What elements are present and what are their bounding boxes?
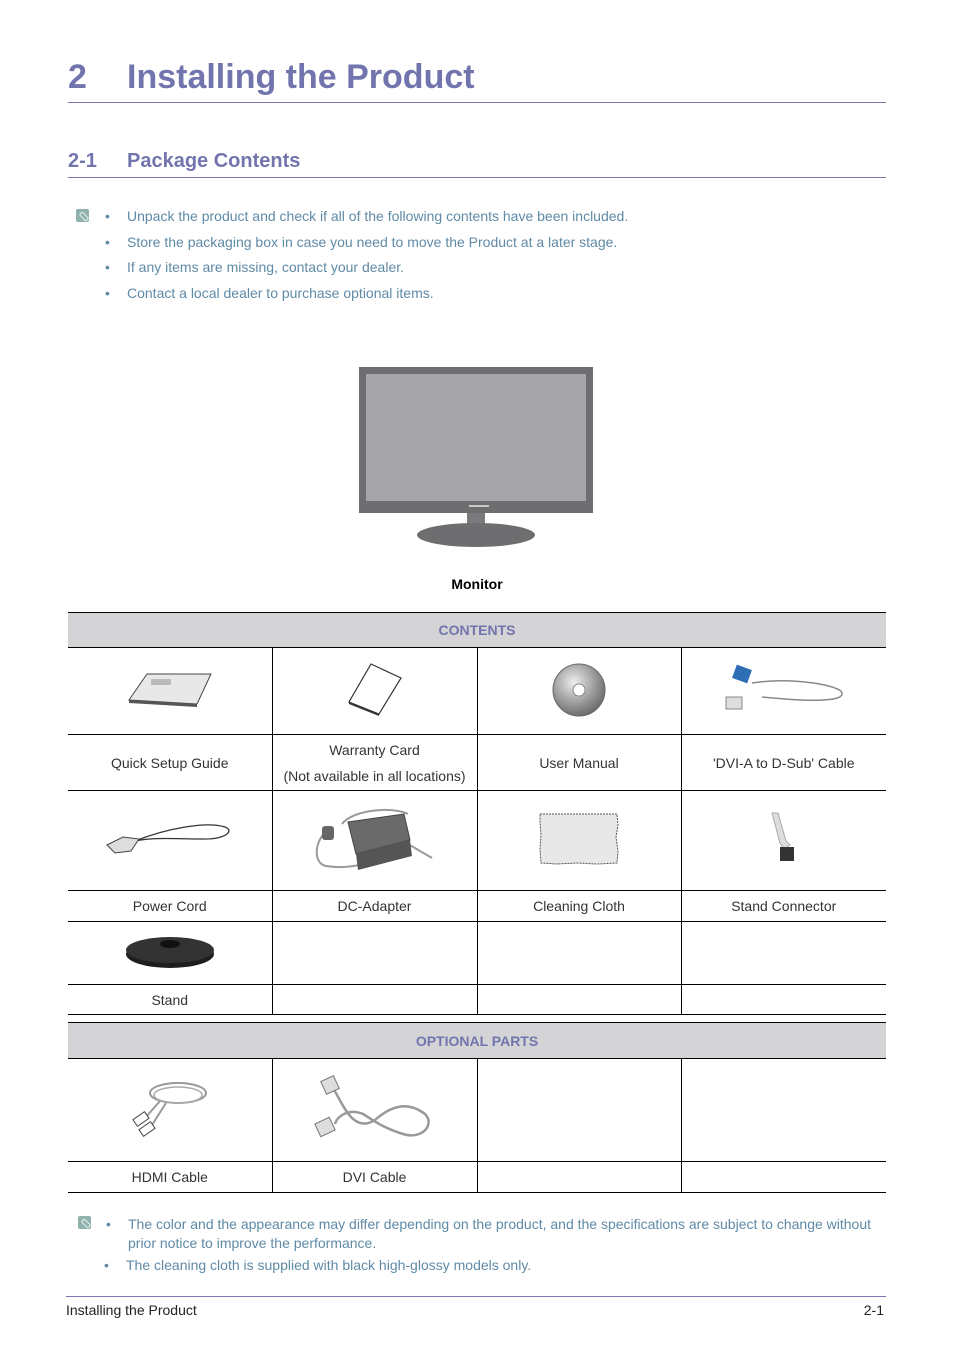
table-row — [68, 1058, 887, 1162]
item-image-cell — [476, 790, 682, 891]
chapter-title: Installing the Product — [127, 58, 475, 96]
item-label: Quick Setup Guide — [110, 754, 229, 771]
dc-adapter-icon — [315, 808, 433, 870]
item-label: User Manual — [539, 754, 619, 771]
chapter-heading: 2 Installing the Product — [68, 58, 886, 103]
item-image-cell — [68, 647, 273, 735]
item-image-cell — [68, 1058, 273, 1162]
table-row: Quick Setup Guide Warranty Card (Not avai… — [68, 734, 886, 791]
note-item: • The cleaning cloth is supplied with bla… — [104, 1257, 532, 1273]
monitor-image — [359, 367, 593, 547]
table-row — [68, 647, 886, 735]
section-heading: 2-1 Package Contents — [68, 150, 886, 178]
empty-cell — [476, 984, 682, 1015]
empty-cell — [271, 921, 478, 985]
item-label: Power Cord — [132, 898, 207, 914]
item-label-cell: Power Cord — [68, 890, 273, 922]
item-label: Cleaning Cloth — [533, 898, 625, 914]
optional-parts-header: OPTIONAL PARTS — [68, 1022, 887, 1059]
note-item: • Unpack the product and check if all of … — [105, 208, 629, 224]
item-label-cell: DC-Adapter — [271, 890, 478, 922]
footer-divider — [66, 1296, 886, 1297]
stand-icon — [125, 936, 214, 968]
item-label-cell: DVI Cable — [271, 1161, 478, 1193]
contents-header: CONTENTS — [68, 612, 886, 648]
item-label-cell: User Manual — [476, 734, 682, 791]
note-item: • Contact a local dealer to purchase opti… — [105, 285, 434, 301]
cd-disc-icon — [552, 663, 606, 716]
item-image-cell — [68, 790, 273, 891]
dvi-dsub-cable-icon — [725, 664, 843, 709]
quick-setup-guide-icon — [127, 673, 212, 707]
item-image-cell — [68, 921, 273, 985]
table-row: HDMI Cable DVI Cable — [68, 1161, 887, 1193]
item-image-cell — [271, 790, 478, 891]
brand-logo — [469, 505, 489, 507]
item-label: Stand — [151, 991, 189, 1008]
item-image-cell — [271, 647, 478, 735]
note-item: • Store the packaging box in case you nee… — [105, 234, 618, 250]
empty-cell — [680, 1058, 887, 1162]
chapter-number: 2 — [68, 58, 87, 96]
item-label-cell: Warranty Card (Not available in all locat… — [271, 734, 478, 791]
warranty-card-icon — [347, 662, 402, 716]
empty-cell — [271, 984, 478, 1015]
hdmi-cable-icon — [132, 1081, 207, 1137]
item-label: DC-Adapter — [337, 898, 412, 914]
item-label-cell: Stand Connector — [680, 890, 886, 922]
item-label: Stand Connector — [731, 898, 837, 914]
item-label-cell: Quick Setup Guide — [68, 734, 273, 791]
item-label: HDMI Cable — [131, 1169, 208, 1185]
empty-cell — [476, 921, 682, 985]
monitor-base — [417, 523, 535, 547]
stand-connector-icon — [771, 812, 794, 861]
empty-cell — [476, 1161, 682, 1193]
cleaning-cloth-icon — [539, 813, 619, 865]
note-item: • If any items are missing, contact your … — [105, 259, 405, 275]
table-row: Stand — [68, 984, 886, 1015]
item-image-cell — [271, 1058, 478, 1162]
empty-cell — [680, 921, 886, 985]
monitor-caption: Monitor — [451, 576, 503, 592]
item-image-cell — [680, 790, 886, 891]
item-label: 'DVI-A to D-Sub' Cable — [712, 754, 855, 771]
item-label: Warranty Card — [329, 741, 420, 758]
item-label-cell: Cleaning Cloth — [476, 890, 682, 922]
optional-parts-table: OPTIONAL PARTS HDMI Cable DVI Cable — [68, 1022, 887, 1193]
note-pencil-icon — [76, 209, 89, 222]
contents-table: CONTENTS Quick Setup Guide Warranty Card… — [68, 612, 886, 1015]
item-image-cell — [680, 647, 886, 735]
monitor-screen — [366, 374, 586, 501]
item-label-cell: HDMI Cable — [68, 1161, 273, 1193]
section-title: Package Contents — [127, 150, 301, 172]
note-item: • The color and the appearance may differ… — [106, 1216, 872, 1251]
page-number: 2-1 — [863, 1302, 884, 1318]
empty-cell — [680, 1161, 887, 1193]
item-label: DVI Cable — [342, 1169, 407, 1185]
empty-cell — [680, 984, 886, 1015]
item-label-cell: 'DVI-A to D-Sub' Cable — [680, 734, 886, 791]
item-label-cell: Stand — [68, 984, 273, 1015]
empty-cell — [476, 1058, 682, 1162]
table-row: Power Cord DC-Adapter Cleaning Cloth Sta… — [68, 890, 886, 922]
power-cord-icon — [105, 824, 230, 854]
dvi-cable-icon — [313, 1074, 430, 1137]
table-row — [68, 790, 886, 891]
section-number: 2-1 — [68, 150, 97, 172]
item-sublabel: (Not available in all locations) — [283, 767, 466, 784]
table-row — [68, 921, 886, 985]
footer-chapter-title: Installing the Product — [66, 1302, 197, 1318]
note-pencil-icon — [78, 1216, 91, 1229]
item-image-cell — [476, 647, 682, 735]
